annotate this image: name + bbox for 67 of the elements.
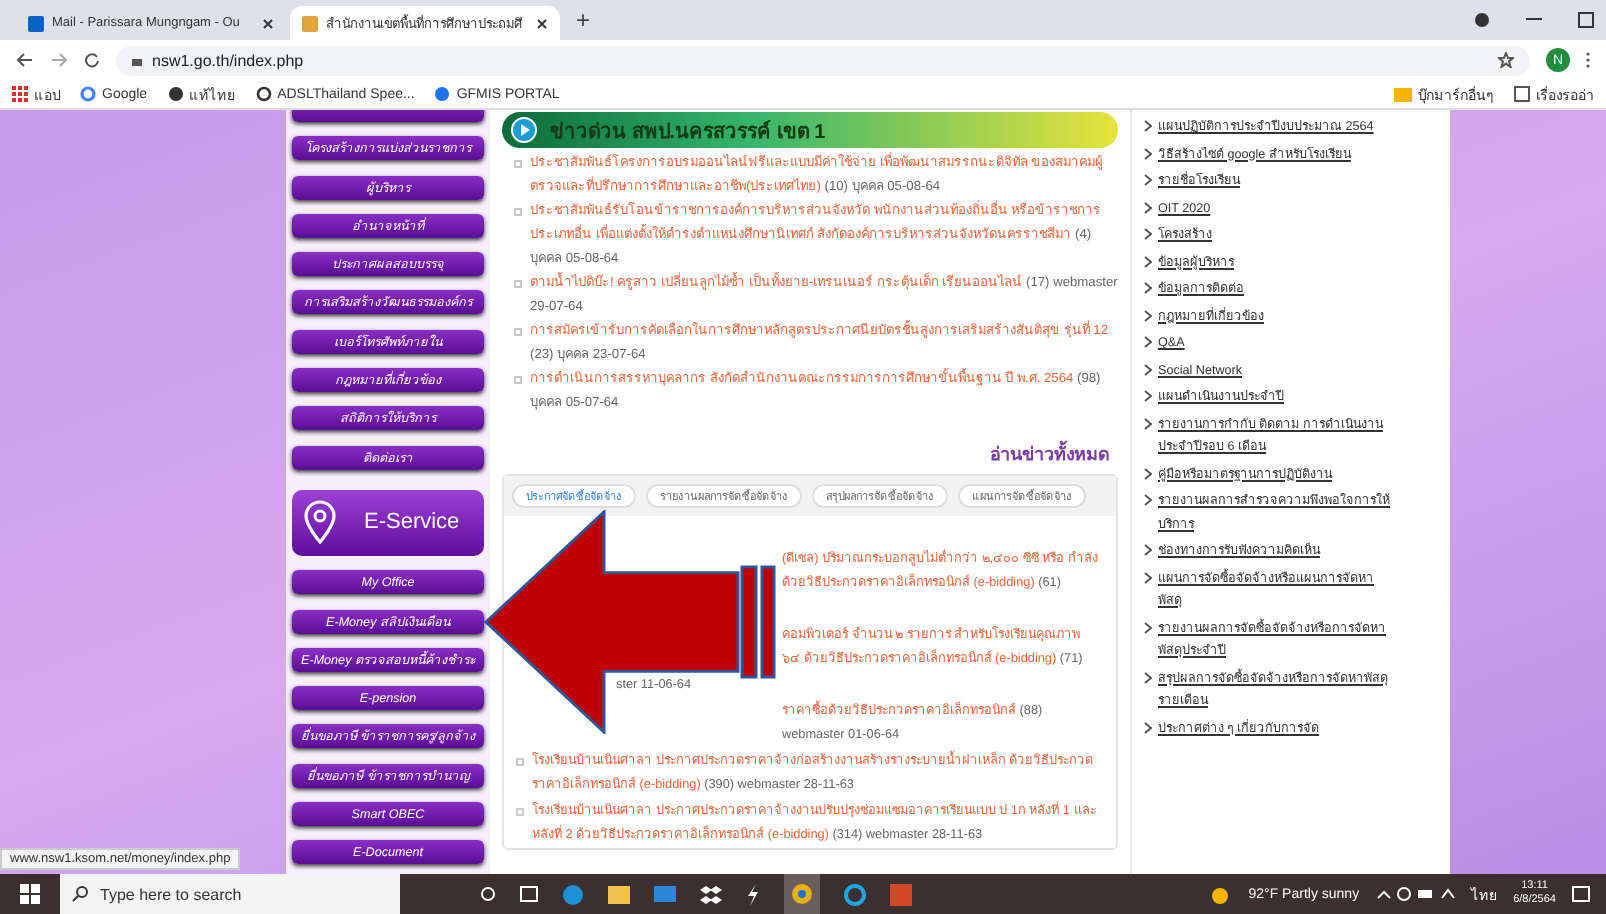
bullet-icon	[514, 280, 522, 288]
bullet-icon	[514, 328, 522, 336]
minimize-icon[interactable]	[1526, 18, 1542, 22]
profile-circle-icon[interactable]	[1474, 12, 1490, 28]
ring-icon	[255, 86, 272, 102]
search-icon	[72, 886, 88, 902]
chevron-icon	[1144, 282, 1152, 294]
mail-icon	[28, 15, 44, 31]
new-tab-button[interactable]: +	[564, 6, 603, 34]
reading-list-icon	[1514, 86, 1530, 102]
bullet-icon	[516, 808, 524, 816]
weather-sun-icon	[1210, 885, 1233, 903]
chevron-icon	[1144, 417, 1152, 429]
slides-app-icon[interactable]	[890, 883, 912, 905]
chevron-icon	[1144, 390, 1152, 402]
close-icon[interactable]	[262, 17, 274, 29]
lock-icon	[132, 54, 142, 66]
bullet-icon	[516, 758, 524, 766]
site-icon	[302, 15, 318, 31]
play-icon	[510, 116, 538, 144]
back-arrow-icon[interactable]	[16, 52, 34, 68]
chevron-icon	[1144, 363, 1152, 375]
bullet-icon	[514, 208, 522, 216]
file-folder-icon[interactable]	[608, 885, 630, 903]
cortana-circle-icon[interactable]	[480, 886, 496, 902]
notification-icon[interactable]	[1572, 885, 1590, 903]
lightning-icon[interactable]	[746, 883, 760, 905]
dropbox-icon[interactable]	[700, 885, 722, 903]
read-all-link[interactable]: อ่านข่าวทั้งหมด	[990, 440, 1110, 468]
bullet-icon	[514, 376, 522, 384]
ie-browser-icon[interactable]	[844, 883, 866, 905]
chevron-icon	[1144, 621, 1152, 633]
google-g-icon	[80, 86, 96, 102]
close-icon[interactable]	[536, 17, 548, 29]
chevron-icon	[1144, 671, 1152, 683]
chevron-icon	[1144, 336, 1152, 348]
chevron-icon	[1144, 309, 1152, 321]
chevron-icon	[1144, 255, 1152, 267]
chevron-icon	[1144, 147, 1152, 159]
apps-grid-icon	[12, 86, 28, 102]
chevron-icon	[1144, 721, 1152, 733]
chrome-icon[interactable]	[784, 874, 820, 914]
tray-icons-drawing[interactable]	[1375, 886, 1456, 902]
chevron-icon	[1144, 571, 1152, 583]
edge-browser-icon[interactable]	[562, 883, 584, 905]
address-bar[interactable]: nsw1.go.th/index.php	[116, 45, 1530, 75]
url-text: nsw1.go.th/index.php	[152, 51, 304, 69]
search-placeholder: Type here to search	[100, 885, 242, 903]
chevron-icon	[1144, 494, 1152, 506]
chevron-icon	[1144, 467, 1152, 479]
chevron-icon	[1144, 228, 1152, 240]
maximize-icon[interactable]	[1578, 12, 1594, 28]
star-icon[interactable]	[1498, 52, 1514, 68]
reload-icon[interactable]	[84, 52, 100, 68]
globe-icon	[167, 86, 184, 102]
chevron-icon	[1144, 544, 1152, 556]
location-pin-icon	[304, 500, 336, 545]
folder-icon	[1394, 86, 1412, 102]
eservice-title: E-Service	[364, 510, 460, 535]
bullet-icon	[514, 160, 522, 168]
news-title: ข่าวด่วน สพป.นครสวรรค์ เขต 1	[550, 118, 826, 145]
portal-icon	[434, 86, 451, 102]
chevron-icon	[1144, 174, 1152, 186]
chevron-icon	[1144, 120, 1152, 132]
chevron-icon	[1144, 201, 1152, 213]
taskbar-search-field[interactable]: Type here to search	[60, 874, 400, 914]
task-view-icon[interactable]	[520, 886, 538, 902]
